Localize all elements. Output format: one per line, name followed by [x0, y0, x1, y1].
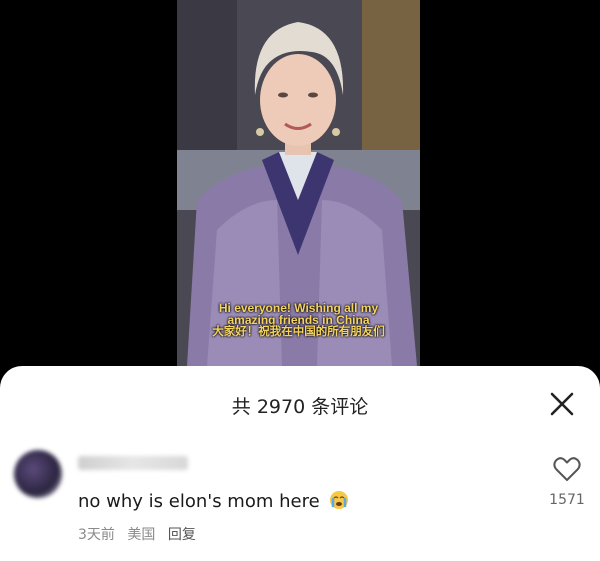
comments-sheet: 共 2970 条评论 no why is elon's mom here 3天前… [0, 366, 600, 561]
close-icon [550, 392, 574, 416]
comment-text: no why is elon's mom here [78, 490, 349, 512]
video-frame[interactable]: Hi everyone! Wishing all my amazing frie… [177, 0, 420, 366]
like-count: 1571 [549, 492, 585, 508]
close-button[interactable] [544, 386, 580, 422]
comment-body: no why is elon's mom here [78, 491, 320, 512]
username-blurred[interactable] [78, 456, 188, 470]
comment-meta: 3天前 美国 回复 [78, 524, 204, 544]
subtitle-chinese: 大家好！祝我在中国的所有朋友们 [212, 326, 385, 338]
comment-location: 美国 [127, 527, 156, 543]
subtitle-english-line2: amazing friends in China [227, 313, 370, 327]
comments-count-title: 共 2970 条评论 [231, 396, 369, 418]
video-player[interactable]: Hi everyone! Wishing all my amazing frie… [0, 0, 600, 380]
avatar[interactable] [14, 450, 62, 498]
reply-button[interactable]: 回复 [168, 527, 196, 543]
heart-outline-icon [553, 457, 581, 481]
like-button[interactable] [553, 456, 581, 482]
comment-time: 3天前 [78, 527, 115, 543]
crying-face-icon [330, 491, 349, 509]
